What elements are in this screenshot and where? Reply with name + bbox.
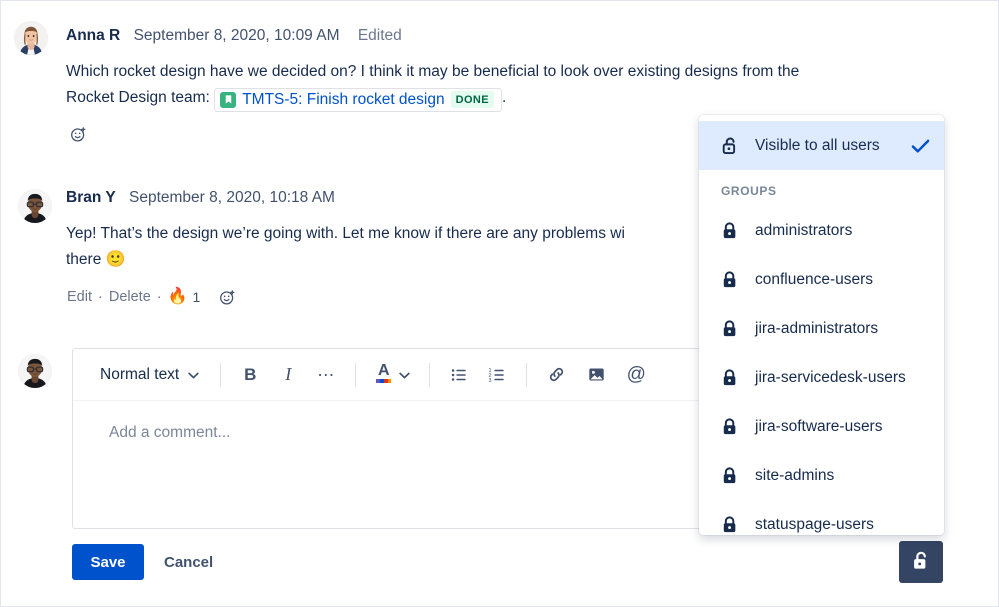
avatar: [18, 189, 52, 223]
lock-icon: [721, 466, 739, 486]
comment-header: Bran Y September 8, 2020, 10:18 AM: [66, 189, 335, 207]
svg-text:3: 3: [489, 377, 492, 383]
text-style-value: Normal text: [100, 365, 180, 383]
dropdown-item-label: Visible to all users: [755, 136, 880, 154]
comment-author: Bran Y: [66, 189, 116, 206]
dropdown-item-site-admins[interactable]: site-admins: [699, 451, 944, 500]
comment-input-placeholder[interactable]: Add a comment...: [109, 424, 230, 442]
dropdown-item-label: confluence-users: [755, 270, 874, 288]
check-icon: [911, 138, 930, 154]
dropdown-item-jira-software-users[interactable]: jira-software-users: [699, 402, 944, 451]
comment-text-period: .: [502, 89, 507, 106]
image-button[interactable]: [580, 359, 612, 391]
reaction-count: 1: [192, 289, 201, 305]
dropdown-item-statuspage-users[interactable]: statuspage-users: [699, 500, 944, 535]
fire-emoji: 🔥: [167, 288, 188, 305]
chevron-down-icon: [399, 366, 410, 384]
action-separator: ·: [156, 289, 162, 305]
more-formatting-button[interactable]: …: [310, 359, 342, 391]
numbered-list-button[interactable]: 1 2 3: [481, 359, 513, 391]
reaction-bar: [67, 123, 89, 145]
dropdown-item-administrators[interactable]: administrators: [699, 206, 944, 255]
unlock-icon: [721, 136, 739, 156]
comment-panel: Anna R September 8, 2020, 10:09 AM Edite…: [0, 0, 999, 607]
lock-icon: [721, 270, 739, 290]
dropdown-item-label: statuspage-users: [755, 515, 874, 533]
comment-timestamp: September 8, 2020, 10:09 AM: [133, 27, 340, 44]
text-style-dropdown[interactable]: Normal text: [90, 359, 207, 391]
link-button[interactable]: [540, 359, 572, 391]
toolbar-divider: [526, 362, 528, 387]
toolbar-divider: [220, 362, 222, 387]
lock-icon: [721, 417, 739, 437]
text-color-icon: A: [375, 363, 392, 385]
chevron-down-icon: [188, 366, 199, 384]
comment-header: Anna R September 8, 2020, 10:09 AM Edite…: [66, 27, 402, 45]
add-reaction-icon[interactable]: [67, 123, 89, 145]
reaction-fire[interactable]: 🔥 1: [167, 288, 201, 306]
delete-comment-link[interactable]: Delete: [109, 289, 151, 305]
comment-body: Yep! That’s the design we’re going with.…: [66, 221, 766, 273]
comment-body: Which rocket design have we decided on? …: [66, 59, 911, 112]
edit-comment-link[interactable]: Edit: [67, 289, 92, 305]
issue-link-pill[interactable]: TMTS-5: Finish rocket design DONE: [214, 87, 503, 112]
comment-author: Anna R: [66, 27, 121, 44]
dropdown-item-jira-servicedesk-users[interactable]: jira-servicedesk-users: [699, 353, 944, 402]
save-button[interactable]: Save: [72, 544, 144, 580]
dropdown-item-label: jira-software-users: [755, 417, 883, 435]
lock-icon: [721, 319, 739, 339]
toolbar-divider: [429, 362, 431, 387]
current-user-avatar: [18, 354, 52, 388]
dropdown-item-label: jira-servicedesk-users: [755, 368, 906, 386]
text-color-dropdown[interactable]: A: [369, 359, 416, 391]
comment-text-line1: Yep! That’s the design we’re going with.…: [66, 225, 625, 242]
dropdown-item-label: site-admins: [755, 466, 835, 484]
story-icon: [220, 91, 237, 108]
bold-button[interactable]: B: [234, 359, 266, 391]
unlock-icon: [911, 550, 931, 575]
comment-timestamp: September 8, 2020, 10:18 AM: [129, 189, 335, 206]
add-reaction-icon[interactable]: [216, 286, 238, 308]
lock-icon: [721, 368, 739, 388]
comment-edited-badge: Edited: [357, 27, 402, 44]
comment-actions: Edit · Delete · 🔥 1: [67, 286, 238, 308]
avatar: [14, 21, 48, 55]
italic-button[interactable]: I: [272, 359, 304, 391]
comment-text-line2: Rocket Design team:: [66, 89, 210, 106]
visibility-toggle-button[interactable]: [899, 541, 943, 583]
issue-link[interactable]: TMTS-5: Finish rocket design: [242, 90, 444, 110]
lock-icon: [721, 515, 739, 535]
dropdown-item-label: administrators: [755, 221, 853, 239]
dropdown-item-label: jira-administrators: [755, 319, 879, 337]
mention-button[interactable]: @: [620, 359, 652, 391]
bullet-list-button[interactable]: [443, 359, 475, 391]
visibility-dropdown-menu: Visible to all users GROUPS administrato…: [699, 115, 944, 535]
dropdown-item-confluence-users[interactable]: confluence-users: [699, 255, 944, 304]
dropdown-item-jira-administrators[interactable]: jira-administrators: [699, 304, 944, 353]
dropdown-section-groups: GROUPS: [721, 184, 777, 198]
action-separator: ·: [98, 289, 103, 305]
status-badge: DONE: [450, 91, 495, 108]
dropdown-item-visible-to-all-users[interactable]: Visible to all users: [699, 121, 944, 170]
comment-text-line2: there: [66, 251, 102, 268]
comment-text-line1: Which rocket design have we decided on? …: [66, 63, 800, 80]
smiley-emoji: 🙂: [105, 251, 126, 268]
cancel-button[interactable]: Cancel: [156, 544, 221, 580]
lock-icon: [721, 221, 739, 241]
toolbar-divider: [355, 362, 357, 387]
